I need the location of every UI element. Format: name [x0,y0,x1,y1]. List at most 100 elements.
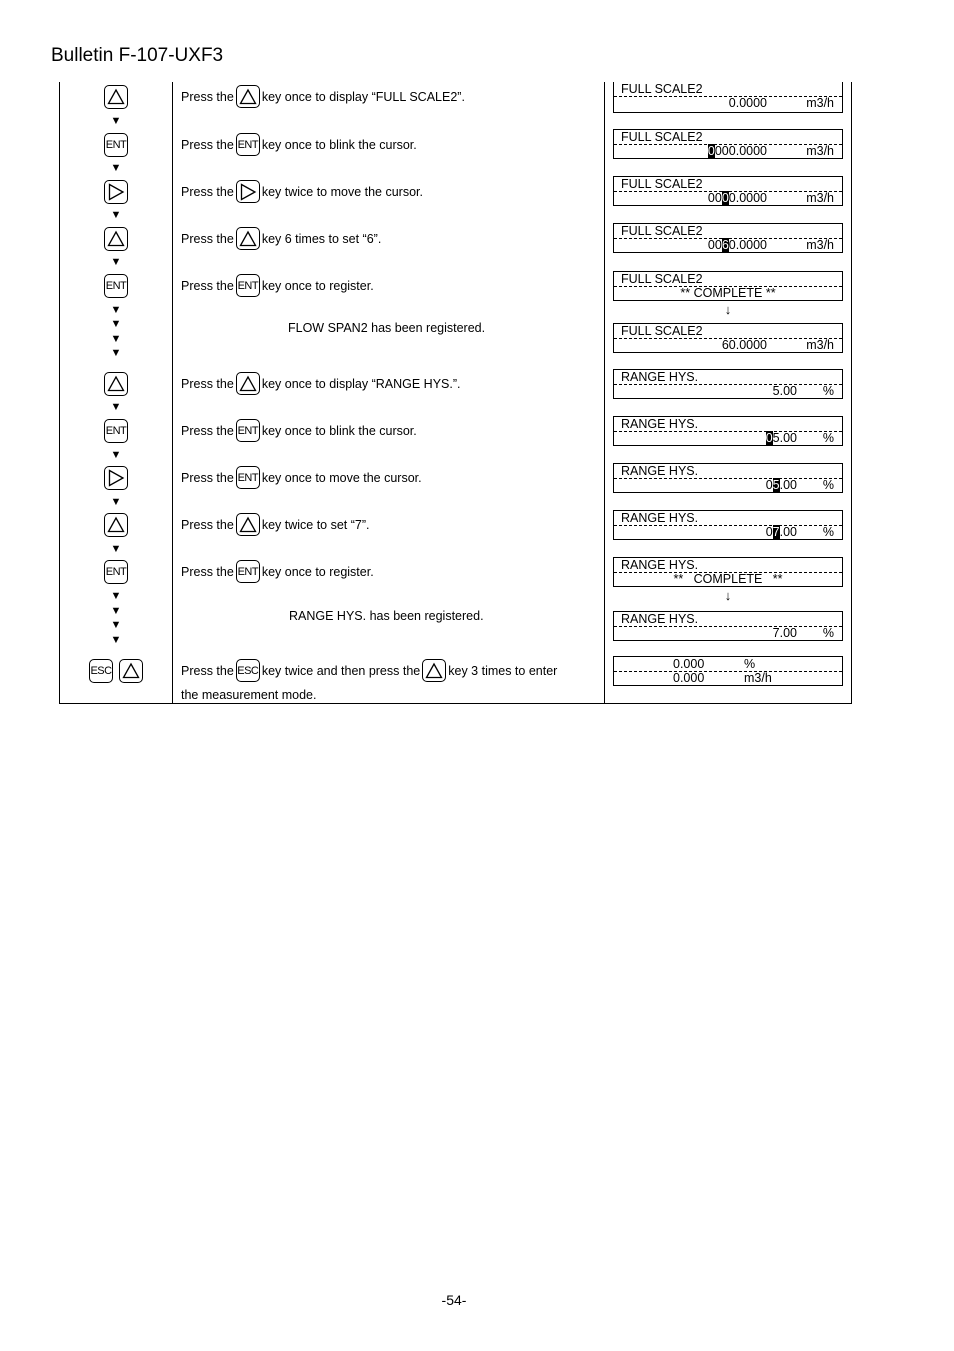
ent-key-icon: ENT [235,560,260,584]
triangle-up-icon [107,230,125,247]
step-instruction: Press the key once to display “FULL SCALE… [181,85,465,109]
ent-key-icon: ENT [104,133,128,157]
instruction-text: Press the [181,664,234,678]
lcd-value: 0.000 [673,671,705,685]
lcd-title: RANGE HYS. [621,464,699,478]
lcd-value-post: .00 [779,525,797,539]
flow-arrow-icon: ▼ [110,543,122,555]
lcd-value-post: 000.0000 [714,144,767,158]
lcd-value: 0060.0000 [708,238,767,252]
procedure-table: ▼ Press the key once to display “FULL SCAL… [59,82,852,704]
ent-key-icon: ENT [104,419,128,443]
lcd-unit: m3/h [744,671,772,685]
lcd-display: RANGE HYS. 5.00% [613,369,843,399]
step-instruction: Press the ENT key once to register. [181,274,374,298]
lcd-title: FULL SCALE2 [621,224,703,238]
lcd-title: RANGE HYS. [621,511,699,525]
flow-arrow-icon: ▼ [110,619,122,631]
instruction-text: key once to display “RANGE HYS.”. [261,377,461,391]
flow-arrow-icon: ▼ [110,209,122,221]
instruction-text: key once to blink the cursor. [261,424,417,438]
lcd-unit: m3/h [806,144,834,158]
step-instruction: Press the ENT key once to register. [181,560,374,584]
ent-key-icon: ENT [235,466,260,490]
flow-arrow-icon: ▼ [110,304,122,316]
ent-key-icon: ENT [104,274,128,298]
lcd-display: FULL SCALE2 ** COMPLETE ** [613,271,843,301]
document-header: Bulletin F-107-UXF3 [51,45,224,66]
lcd-title: FULL SCALE2 [621,130,703,144]
lcd-display: 0.000% 0.000 m3/h [613,656,843,686]
lcd-title: FULL SCALE2 [621,177,703,191]
triangle-up-icon [107,516,125,533]
lcd-display: FULL SCALE2 0000.0000 m3/h [613,176,843,206]
step-instruction: Press the ENT key once to blink the cursor… [181,133,417,157]
step-instruction: Press the ENT key once to blink the cursor… [181,419,417,443]
lcd-value: 0000.0000 [707,144,767,158]
ent-key-icon: ENT [235,419,260,443]
lcd-value: 0.000 [673,657,705,671]
registration-message: RANGE HYS. has been registered. [289,609,484,623]
instruction-text: key 6 times to set “6”. [261,232,382,246]
lcd-unit: % [822,384,834,398]
lcd-unit: % [744,657,756,671]
instruction-text: Press the [181,90,234,104]
ent-key-icon: ENT [235,133,260,157]
lcd-unit: m3/h [806,191,834,205]
lcd-divider [614,525,842,526]
step-instruction: Press the key twice to move the cursor. [181,180,423,204]
lcd-value: 7.00 [772,626,797,640]
up-key-icon [104,85,128,109]
esc-key-icon: ESC [89,659,113,683]
step-instruction: Press the key once to display “RANGE HYS.… [181,372,461,396]
instruction-text: Press the [181,377,234,391]
lcd-unit: m3/h [806,338,834,352]
lcd-title: FULL SCALE2 [621,272,703,286]
up-key-icon [235,85,260,109]
triangle-right-icon [240,183,257,201]
flow-arrow-icon: ▼ [110,347,122,359]
step-instruction: Press the key 6 times to set “6”. [181,227,381,251]
lcd-display: RANGE HYS. 05.00% [613,416,843,446]
instruction-text: key once to register. [261,565,374,579]
lcd-title: RANGE HYS. [621,612,699,626]
registration-message: FLOW SPAN2 has been registered. [288,321,486,335]
ent-key-icon: ENT [235,274,260,298]
triangle-up-icon [239,375,257,391]
instruction-text: Press the [181,138,234,152]
lcd-display: FULL SCALE2 60.0000 m3/h [613,323,843,353]
instruction-text: Press the [181,565,234,579]
ent-key-icon: ENT [104,560,128,584]
flow-arrow-icon: ▼ [110,605,122,617]
flow-arrow-icon: ▼ [110,162,122,174]
blinking-cursor: 0 [765,431,773,445]
right-key-icon [235,180,260,204]
lcd-value-post: 5.00 [772,431,797,445]
flow-arrow-icon: ▼ [110,496,122,508]
lcd-value: 5.00 [772,384,797,398]
instruction-text: key twice to move the cursor. [261,185,423,199]
instruction-text: Press the [181,232,234,246]
flow-arrow-icon: ▼ [110,333,122,345]
up-key-icon [104,372,128,396]
lcd-title: FULL SCALE2 [621,324,703,338]
lcd-divider [614,431,842,432]
lcd-title: FULL SCALE2 [621,82,703,96]
instruction-text: Press the [181,279,234,293]
lcd-value: 60.0000 [721,338,767,352]
right-key-icon [104,180,128,204]
down-arrow-icon: ↓ [724,588,732,603]
step-instruction: Press the ESC key twice and then press the… [181,659,557,707]
lcd-title: RANGE HYS. [621,417,699,431]
triangle-up-icon [239,516,257,532]
triangle-up-icon [107,375,125,392]
flow-arrow-icon: ▼ [110,590,122,602]
lcd-value-pre: 00 [707,191,722,205]
flow-arrow-icon: ▼ [110,256,122,268]
lcd-value-pre: 0 [765,478,773,492]
instruction-text: key once to move the cursor. [261,471,422,485]
triangle-up-icon [122,662,140,679]
blinking-cursor: 5 [772,478,780,492]
lcd-title: RANGE HYS. [621,370,699,384]
instruction-text: Press the [181,424,234,438]
